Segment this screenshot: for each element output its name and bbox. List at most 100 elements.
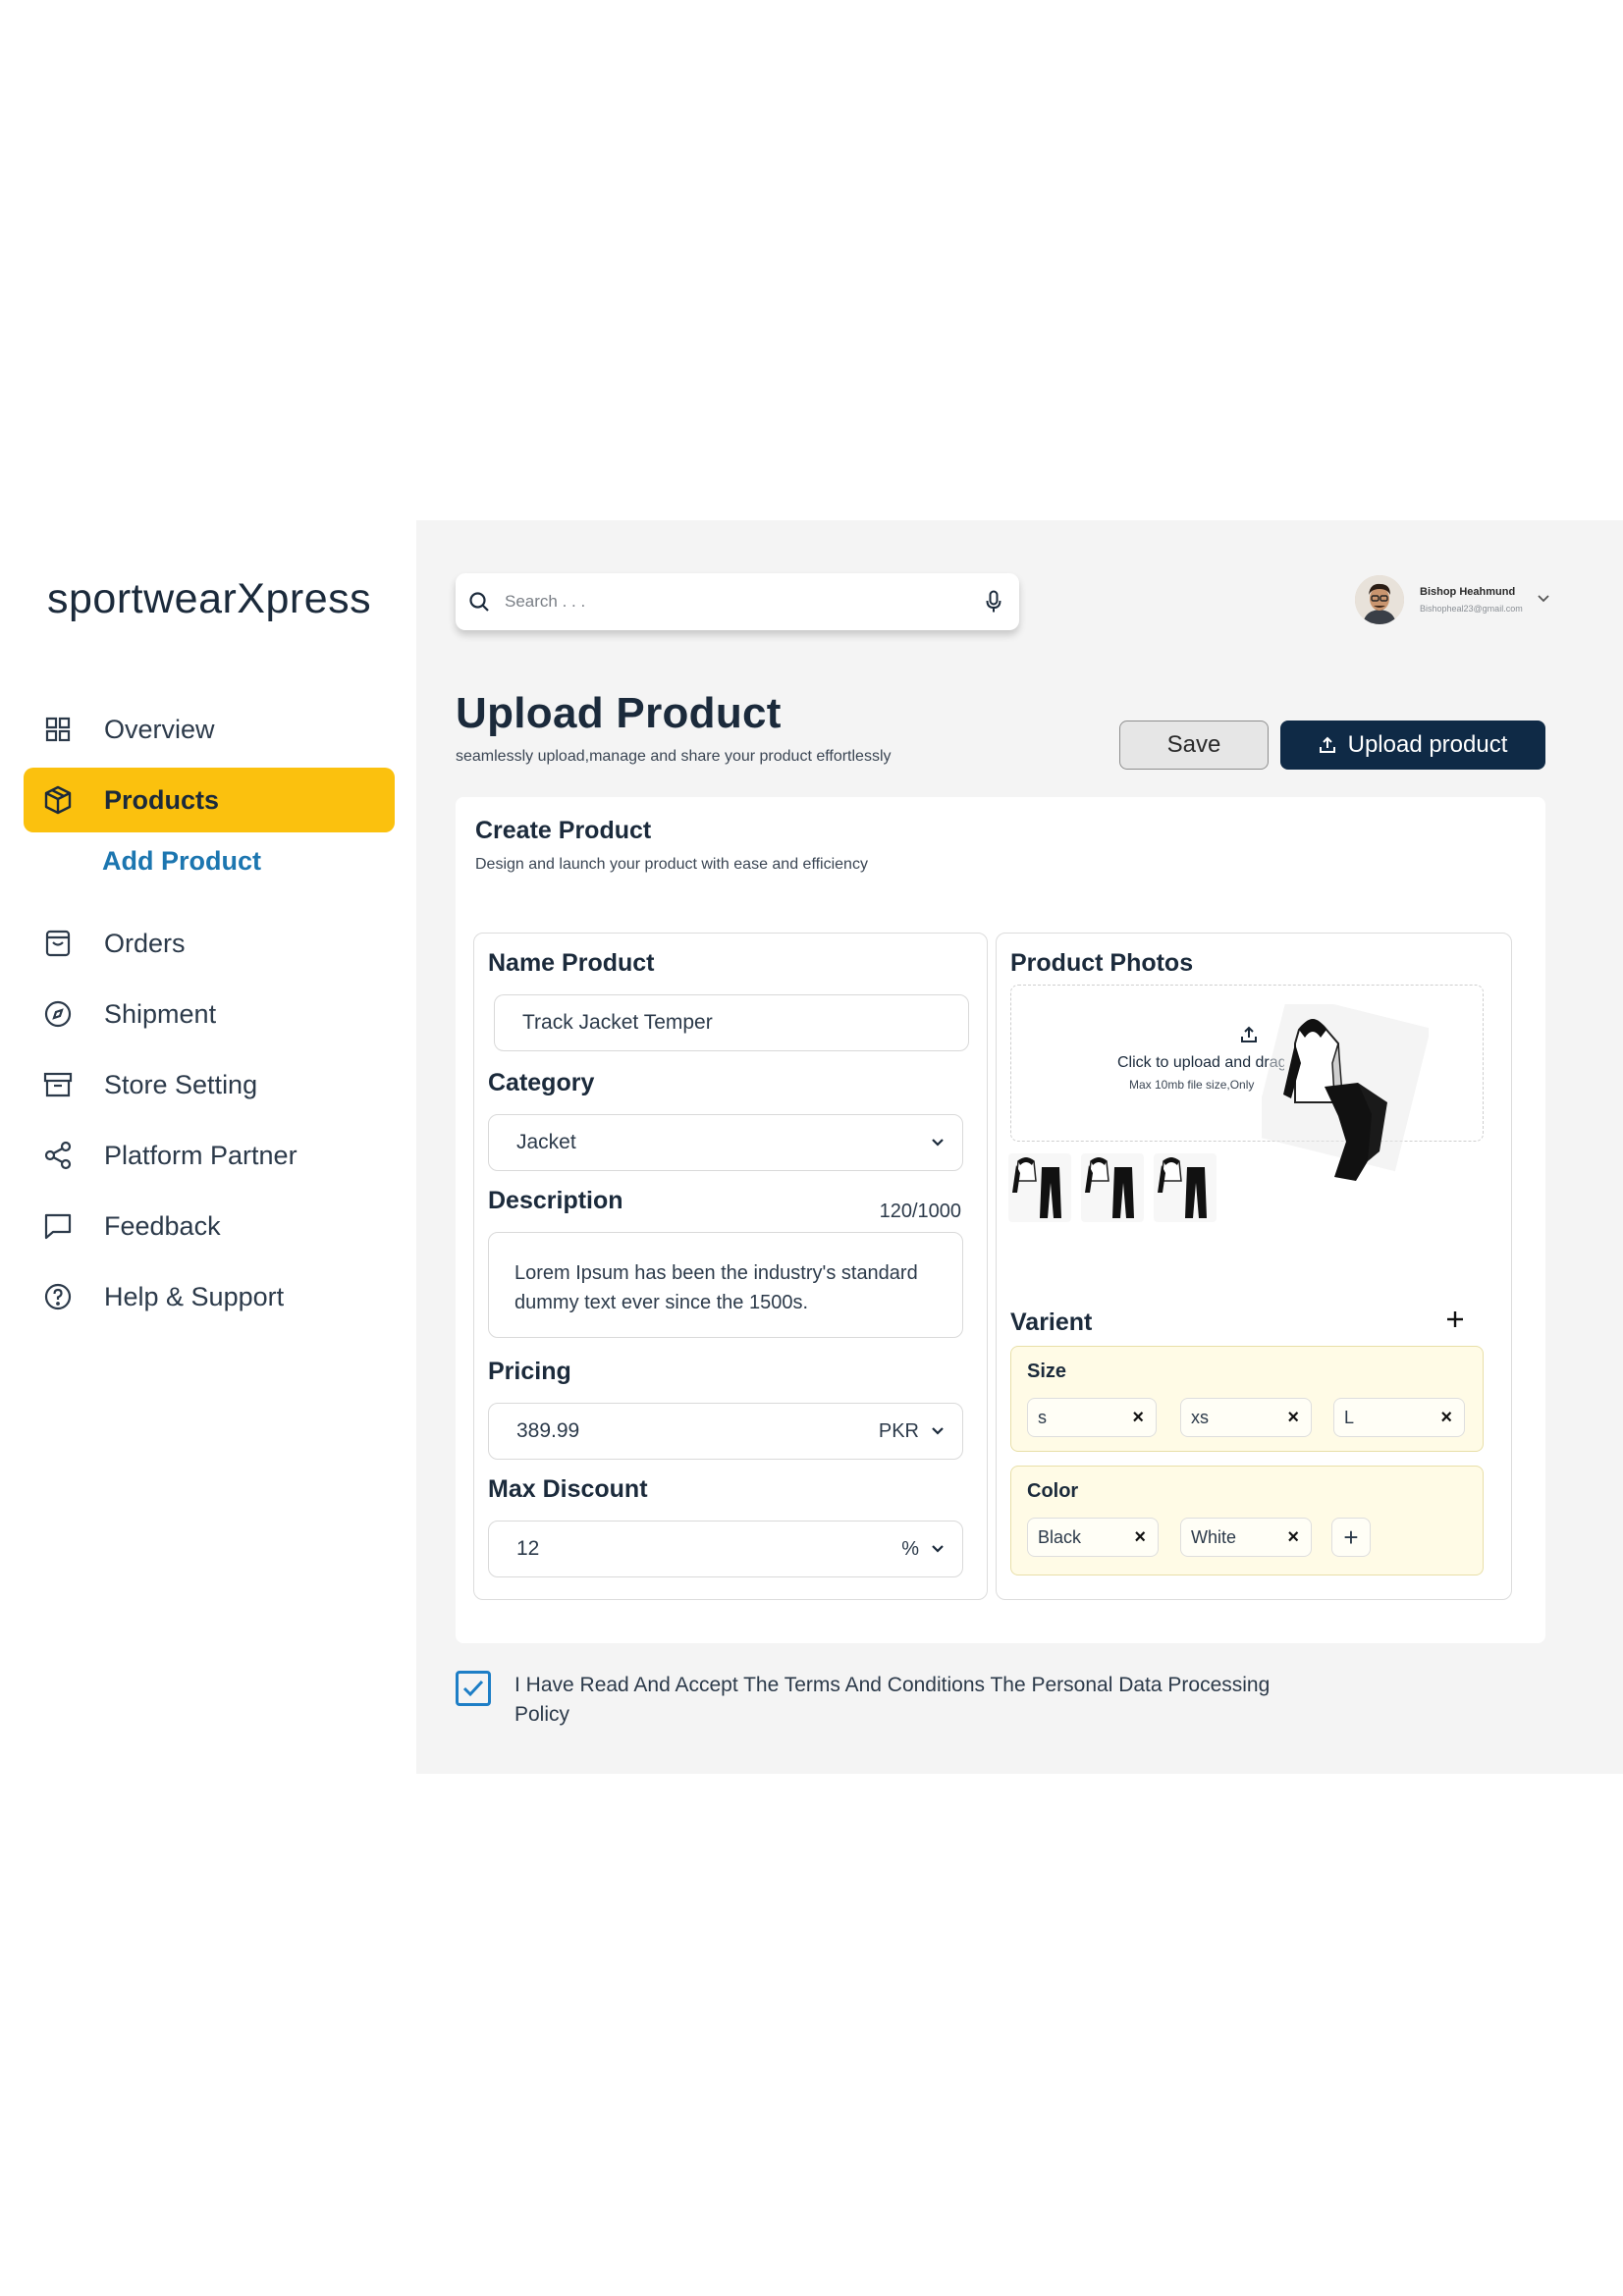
upload-icon	[1319, 736, 1336, 754]
sidebar-item-label: Products	[104, 784, 220, 815]
sidebar-item-overview[interactable]: Overview	[24, 697, 395, 762]
add-variant-plus-icon[interactable]	[1444, 1308, 1466, 1335]
product-main-image[interactable]	[1262, 1004, 1429, 1191]
grid-icon	[41, 713, 75, 746]
card-title: Create Product	[475, 817, 652, 844]
max-discount-label: Max Discount	[488, 1475, 648, 1503]
size-variant-box: Size s × xs × L ×	[1010, 1346, 1484, 1452]
product-thumbnail[interactable]	[1008, 1153, 1071, 1222]
user-email: Bishopheal23@gmail.com	[1420, 604, 1523, 614]
chevron-down-icon	[931, 1138, 945, 1148]
photo-thumbnails	[1008, 1153, 1217, 1222]
name-product-field[interactable]: Track Jacket Temper	[494, 994, 969, 1051]
color-variant-box: Color Black × White × +	[1010, 1466, 1484, 1575]
help-icon	[41, 1280, 75, 1313]
app-logo: sportwearXpress	[47, 575, 372, 622]
pricing-value: 389.99	[516, 1419, 580, 1442]
pricing-field[interactable]: 389.99 PKR	[488, 1403, 963, 1460]
box-icon	[41, 783, 75, 817]
sidebar-item-label: Help & Support	[104, 1281, 285, 1311]
size-chip[interactable]: s ×	[1027, 1398, 1157, 1437]
upload-product-label: Upload product	[1347, 731, 1508, 758]
color-chip-label: White	[1191, 1526, 1237, 1547]
name-product-value: Track Jacket Temper	[522, 1011, 713, 1034]
close-icon[interactable]: ×	[1287, 1407, 1299, 1429]
microphone-icon[interactable]	[980, 588, 1007, 615]
sidebar-subitem-add-product[interactable]: Add Product	[102, 846, 261, 877]
size-chip[interactable]: xs ×	[1180, 1398, 1312, 1437]
sidebar-item-products[interactable]: Products	[24, 768, 395, 832]
close-icon[interactable]: ×	[1132, 1407, 1144, 1429]
currency-select[interactable]: PKR	[879, 1420, 919, 1443]
user-name: Bishop Heahmund	[1420, 586, 1516, 598]
sidebar-item-platform-partner[interactable]: Platform Partner	[24, 1123, 395, 1188]
max-discount-field[interactable]: 12 %	[488, 1521, 963, 1577]
terms-text: I Have Read And Accept The Terms And Con…	[514, 1674, 1271, 1726]
sidebar-item-label: Orders	[104, 928, 186, 958]
product-details-panel: Name Product Track Jacket Temper Categor…	[473, 933, 988, 1600]
size-chip-label: s	[1038, 1407, 1047, 1427]
color-chip-label: Black	[1038, 1526, 1082, 1547]
upload-product-button[interactable]: Upload product	[1280, 721, 1545, 770]
sidebar-item-orders[interactable]: Orders	[24, 911, 395, 976]
color-chip[interactable]: Black ×	[1027, 1518, 1159, 1557]
product-media-panel: Product Photos Click to upload and drag …	[996, 933, 1512, 1600]
search-icon	[465, 588, 493, 615]
sidebar-item-feedback[interactable]: Feedback	[24, 1194, 395, 1258]
product-thumbnail[interactable]	[1154, 1153, 1217, 1222]
sidebar-item-label: Shipment	[104, 998, 217, 1029]
product-photos-label: Product Photos	[1010, 949, 1194, 977]
bag-icon	[41, 927, 75, 960]
search-bar[interactable]: Search . . .	[456, 573, 1019, 630]
size-chip[interactable]: L ×	[1333, 1398, 1465, 1437]
card-subtitle: Design and launch your product with ease…	[475, 856, 868, 873]
user-menu[interactable]: Bishop Heahmund Bishopheal23@gmail.com	[1355, 575, 1550, 624]
category-value: Jacket	[516, 1131, 576, 1153]
close-icon[interactable]: ×	[1134, 1526, 1146, 1549]
discount-unit-select[interactable]: %	[901, 1538, 919, 1561]
add-color-button[interactable]: +	[1331, 1518, 1371, 1557]
create-product-card: Create Product Design and launch your pr…	[456, 797, 1545, 1643]
variant-label: Varient	[1010, 1308, 1093, 1336]
upload-instructions: Click to upload and drag	[1117, 1054, 1284, 1071]
chevron-down-icon	[931, 1544, 945, 1554]
size-chip-label: xs	[1191, 1407, 1209, 1427]
size-label: Size	[1027, 1361, 1067, 1382]
search-input[interactable]: Search . . .	[505, 592, 980, 612]
close-icon[interactable]: ×	[1440, 1407, 1452, 1429]
category-label: Category	[488, 1069, 595, 1096]
terms-checkbox[interactable]	[456, 1671, 491, 1706]
description-textarea[interactable]: Lorem Ipsum has been the industry's stan…	[488, 1232, 963, 1338]
main-content: Search . . . Bishop Heahmund Bishopheal2…	[416, 520, 1623, 1774]
sidebar-item-shipment[interactable]: Shipment	[24, 982, 395, 1046]
sidebar-item-label: Store Setting	[104, 1069, 258, 1099]
max-discount-value: 12	[516, 1537, 540, 1560]
chevron-down-icon[interactable]	[1537, 591, 1550, 609]
description-label: Description	[488, 1187, 623, 1214]
save-button[interactable]: Save	[1119, 721, 1269, 770]
avatar	[1355, 575, 1404, 624]
sidebar-item-store-setting[interactable]: Store Setting	[24, 1052, 395, 1117]
sidebar-item-label: Overview	[104, 714, 215, 744]
share-icon	[41, 1139, 75, 1172]
pricing-label: Pricing	[488, 1358, 571, 1385]
compass-icon	[41, 997, 75, 1031]
product-thumbnail[interactable]	[1081, 1153, 1144, 1222]
upload-icon	[1239, 1025, 1259, 1049]
chat-icon	[41, 1209, 75, 1243]
terms-agreement: I Have Read And Accept The Terms And Con…	[456, 1671, 1280, 1730]
page-subtitle: seamlessly upload,manage and share your …	[456, 748, 892, 765]
close-icon[interactable]: ×	[1287, 1526, 1299, 1549]
page-title: Upload Product	[456, 689, 782, 737]
description-counter: 120/1000	[879, 1201, 961, 1222]
sidebar-item-label: Platform Partner	[104, 1140, 298, 1170]
sidebar-item-help-support[interactable]: Help & Support	[24, 1264, 395, 1329]
category-select[interactable]: Jacket	[488, 1114, 963, 1171]
chevron-down-icon	[931, 1426, 945, 1436]
color-chip[interactable]: White ×	[1180, 1518, 1312, 1557]
size-chip-label: L	[1344, 1407, 1355, 1427]
name-product-label: Name Product	[488, 949, 655, 977]
color-label: Color	[1027, 1480, 1079, 1502]
sidebar-item-label: Feedback	[104, 1210, 221, 1241]
sidebar: sportwearXpress Overview Products Add Pr…	[0, 520, 416, 1774]
